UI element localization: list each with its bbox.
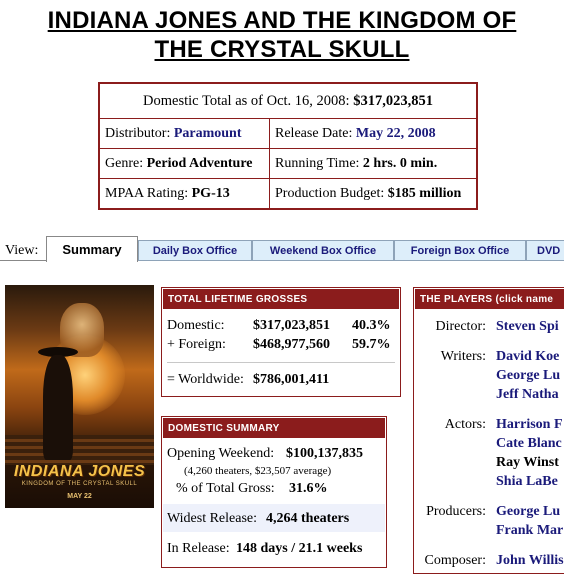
release-date-label: Release Date:	[275, 125, 353, 141]
budget-cell: Production Budget: $185 million	[269, 178, 478, 210]
domestic-total-value: $317,023,851	[353, 92, 433, 109]
poster-logo: INDIANA JONES	[13, 463, 146, 480]
runtime-cell: Running Time: 2 hrs. 0 min.	[269, 148, 478, 179]
producers-label: Producers:	[426, 504, 486, 519]
mpaa-label: MPAA Rating:	[105, 185, 189, 201]
domestic-total-label: Domestic Total as of Oct. 16, 2008:	[143, 92, 350, 109]
domestic-summary-box: DOMESTIC SUMMARY Opening Weekend: $100,1…	[161, 416, 387, 568]
domestic-total-cell: Domestic Total as of Oct. 16, 2008: $317…	[98, 82, 478, 119]
composer-link[interactable]: John Willis	[496, 553, 564, 569]
producer-link[interactable]: George Lu	[496, 504, 560, 520]
writer-link[interactable]: Jeff Natha	[496, 387, 559, 403]
players-header: THE PLAYERS (click name	[414, 288, 564, 310]
view-tabs: View: Summary Daily Box Office Weekend B…	[0, 236, 564, 262]
opening-weekend-detail: (4,260 theaters, $23,507 average)	[184, 465, 332, 477]
lifetime-domestic-pct: 40.3%	[352, 318, 391, 333]
movie-summary-table: Domestic Total as of Oct. 16, 2008: $317…	[98, 82, 478, 210]
widest-release-label: Widest Release:	[167, 511, 258, 526]
release-date-cell: Release Date: May 22, 2008	[269, 118, 478, 149]
actor-link[interactable]: Shia LaBe	[496, 474, 558, 490]
actors-label: Actors:	[444, 417, 486, 432]
tab-daily-box-office[interactable]: Daily Box Office	[138, 240, 252, 261]
writer-link[interactable]: David Koe	[496, 349, 559, 365]
tab-dvd[interactable]: DVD	[526, 240, 564, 261]
lifetime-foreign-value: $468,977,560	[253, 337, 330, 352]
domestic-summary-header: DOMESTIC SUMMARY	[162, 417, 386, 439]
director-link[interactable]: Steven Spi	[496, 319, 559, 335]
lifetime-worldwide-value: $786,001,411	[253, 372, 330, 387]
in-release-label: In Release:	[167, 541, 230, 556]
opening-weekend-label: Opening Weekend:	[167, 446, 275, 461]
poster-steps	[5, 435, 154, 465]
lifetime-foreign-pct: 59.7%	[352, 337, 391, 352]
movie-title-line-2: THE CRYSTAL SKULL	[154, 36, 410, 63]
actor-link[interactable]: Harrison F	[496, 417, 563, 433]
tab-weekend-box-office[interactable]: Weekend Box Office	[252, 240, 394, 261]
view-label: View:	[5, 243, 39, 258]
poster-subtitle: KINGDOM OF THE CRYSTAL SKULL	[21, 481, 138, 487]
poster-date: MAY 22	[67, 493, 92, 500]
writers-label: Writers:	[440, 349, 486, 364]
pct-total-gross-label: % of Total Gross:	[176, 481, 275, 496]
movie-title-line-1: INDIANA JONES AND THE KINGDOM OF	[47, 7, 517, 34]
composer-label: Composer:	[424, 553, 486, 568]
runtime-label: Running Time:	[275, 155, 360, 171]
opening-weekend-value: $100,137,835	[286, 446, 363, 461]
distributor-link[interactable]: Paramount	[174, 126, 242, 141]
lifetime-grosses-header: TOTAL LIFETIME GROSSES	[162, 288, 400, 310]
release-date-link[interactable]: May 22, 2008	[356, 126, 436, 141]
tab-summary[interactable]: Summary	[46, 236, 138, 262]
in-release-value: 148 days / 21.1 weeks	[236, 541, 363, 556]
lifetime-worldwide-label: = Worldwide:	[167, 372, 244, 387]
genre-cell: Genre: Period Adventure	[98, 148, 270, 179]
poster-figure	[43, 355, 73, 460]
players-box: THE PLAYERS (click name Director: Steven…	[413, 287, 564, 574]
distributor-label: Distributor:	[105, 125, 171, 141]
lifetime-domestic-label: Domestic:	[167, 318, 225, 333]
producer-link[interactable]: Frank Mar	[496, 523, 563, 539]
movie-poster: INDIANA JONES KINGDOM OF THE CRYSTAL SKU…	[5, 285, 154, 508]
widest-release-value: 4,264 theaters	[266, 511, 350, 526]
director-label: Director:	[435, 319, 486, 334]
lifetime-grosses-box: TOTAL LIFETIME GROSSES Domestic: $317,02…	[161, 287, 401, 397]
mpaa-cell: MPAA Rating: PG-13	[98, 178, 270, 210]
lifetime-separator	[167, 362, 395, 363]
writer-link[interactable]: George Lu	[496, 368, 560, 384]
mpaa-value: PG-13	[191, 185, 230, 201]
distributor-cell: Distributor: Paramount	[98, 118, 270, 149]
movie-title: INDIANA JONES AND THE KINGDOM OF THE CRY…	[0, 6, 564, 64]
budget-label: Production Budget:	[275, 185, 385, 201]
tab-foreign-box-office[interactable]: Foreign Box Office	[394, 240, 526, 261]
genre-label: Genre:	[105, 155, 144, 171]
runtime-value: 2 hrs. 0 min.	[362, 155, 438, 171]
actor-name: Ray Winst	[496, 455, 559, 470]
lifetime-domestic-value: $317,023,851	[253, 318, 330, 333]
budget-value: $185 million	[387, 185, 462, 201]
lifetime-foreign-label: + Foreign:	[167, 337, 226, 352]
actor-link[interactable]: Cate Blanc	[496, 436, 562, 452]
pct-total-gross-value: 31.6%	[289, 481, 328, 496]
genre-value: Period Adventure	[146, 155, 253, 171]
